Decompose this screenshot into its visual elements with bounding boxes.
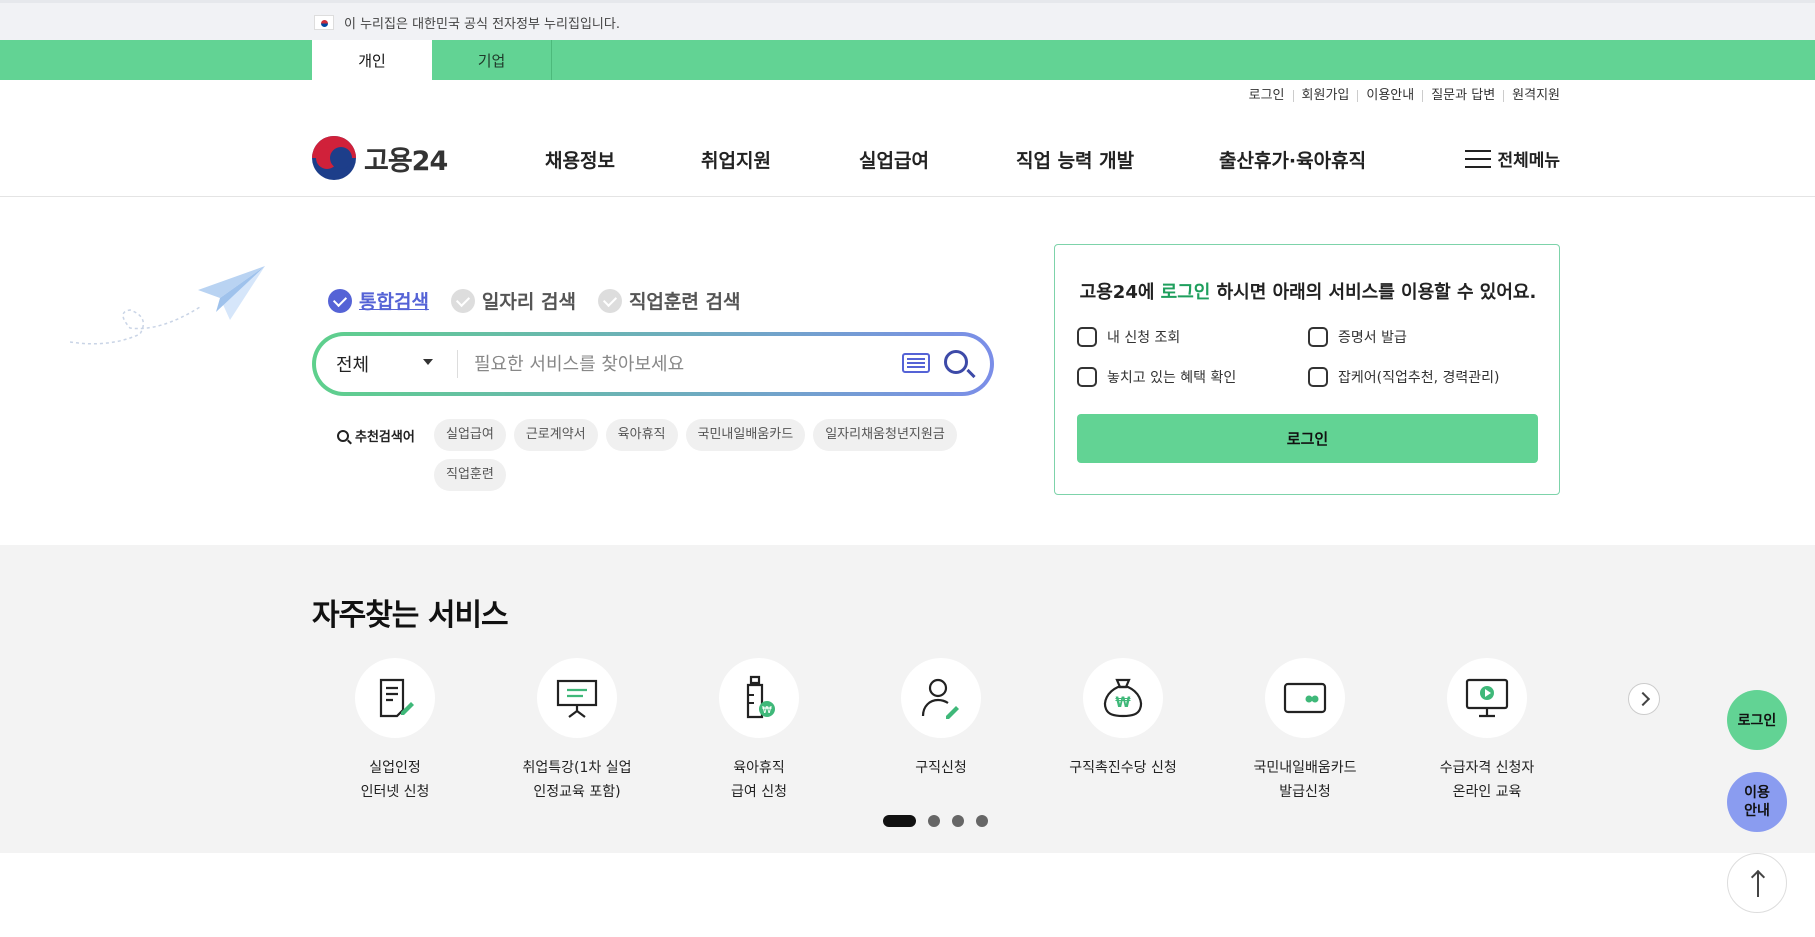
frequent-services-section: 자주찾는 서비스 실업인정 인터넷 신청 취업특강(1차 실업 인정교육 포함) ₩… bbox=[0, 545, 1815, 853]
card-icon bbox=[1265, 658, 1345, 738]
nav-parental-leave[interactable]: 출산휴가·육아휴직 bbox=[1219, 146, 1366, 173]
floating-login-button[interactable]: 로그인 bbox=[1727, 690, 1787, 750]
util-qna-link[interactable]: 질문과 답변 bbox=[1422, 89, 1503, 102]
tab-job-search[interactable]: 일자리 검색 bbox=[450, 287, 576, 314]
nav-vocational-training[interactable]: 직업 능력 개발 bbox=[1016, 146, 1134, 173]
tab-business[interactable]: 기업 bbox=[432, 40, 552, 80]
tab-personal[interactable]: 개인 bbox=[312, 40, 432, 80]
money-bag-icon: ₩ bbox=[1083, 658, 1163, 738]
keyword-chip[interactable]: 일자리채움청년지원금 bbox=[813, 419, 957, 451]
search-icon[interactable] bbox=[944, 350, 968, 374]
search-small-icon bbox=[337, 429, 349, 442]
keyword-chip[interactable]: 실업급여 bbox=[434, 419, 506, 451]
nav-jobs-info[interactable]: 채용정보 bbox=[545, 146, 615, 173]
login-benefit-item: 잡케어(직업추천, 경력관리) bbox=[1308, 367, 1500, 387]
login-card: 고용24에 로그인 하시면 아래의 서비스를 이용할 수 있어요. 내 신청 조… bbox=[1054, 244, 1560, 495]
util-signup-link[interactable]: 회원가입 bbox=[1292, 89, 1358, 102]
keyword-chip[interactable]: 근로계약서 bbox=[513, 419, 598, 451]
gov-banner: 이 누리집은 대한민국 공식 전자정부 누리집입니다. bbox=[0, 0, 1815, 40]
clipboard-clock-icon bbox=[1308, 367, 1328, 387]
all-menu-label: 전체메뉴 bbox=[1497, 151, 1560, 171]
login-benefit-item: 놓치고 있는 혜택 확인 bbox=[1077, 367, 1236, 387]
certificate-icon bbox=[1308, 327, 1328, 347]
svg-text:₩: ₩ bbox=[762, 705, 772, 716]
chevron-right-icon[interactable] bbox=[1628, 683, 1660, 715]
pagination-dot[interactable] bbox=[883, 815, 916, 827]
check-circle-icon bbox=[328, 288, 352, 313]
nav-employment-support[interactable]: 취업지원 bbox=[701, 146, 771, 173]
svg-text:₩: ₩ bbox=[1115, 695, 1131, 711]
login-benefit-item: 증명서 발급 bbox=[1308, 327, 1407, 347]
service-item[interactable]: ₩ 구직촉진수당 신청 bbox=[1043, 658, 1203, 780]
paper-plane-icon bbox=[70, 266, 265, 345]
korea-flag-icon bbox=[314, 15, 334, 30]
tab-training-search[interactable]: 직업훈련 검색 bbox=[597, 287, 741, 314]
hamburger-icon bbox=[1465, 149, 1492, 168]
floating-guide-button[interactable]: 이용 안내 bbox=[1727, 772, 1787, 832]
pagination-dot[interactable] bbox=[928, 815, 940, 827]
document-pen-icon bbox=[355, 658, 435, 738]
arrow-up-icon[interactable] bbox=[1727, 853, 1787, 913]
service-item[interactable]: 취업특강(1차 실업 인정교육 포함) bbox=[497, 658, 657, 804]
search-scope-select[interactable]: 전체 bbox=[316, 351, 441, 377]
login-benefit-item: 내 신청 조회 bbox=[1077, 327, 1180, 347]
search-type-tabs: 통합검색 일자리 검색 직업훈련 검색 bbox=[328, 287, 762, 314]
login-button[interactable]: 로그인 bbox=[1077, 414, 1538, 463]
main-header: 고용24 채용정보 취업지원 실업급여 직업 능력 개발 출산휴가·육아휴직 전… bbox=[0, 112, 1815, 197]
recommended-label: 추천검색어 bbox=[355, 430, 415, 445]
search-box: 전체 bbox=[312, 332, 994, 396]
nav-unemployment-benefit[interactable]: 실업급여 bbox=[859, 146, 929, 173]
logo-text: 고용24 bbox=[364, 145, 448, 177]
service-item[interactable]: 수급자격 신청자 온라인 교육 bbox=[1407, 658, 1567, 804]
keyword-chip[interactable]: 직업훈련 bbox=[434, 459, 506, 491]
service-item[interactable]: 국민내일배움카드 발급신청 bbox=[1225, 658, 1385, 804]
util-login-link[interactable]: 로그인 bbox=[1241, 89, 1293, 102]
search-input[interactable] bbox=[474, 353, 874, 375]
service-item[interactable]: 실업인정 인터넷 신청 bbox=[315, 658, 475, 804]
pagination-dot[interactable] bbox=[976, 815, 988, 827]
all-menu-button[interactable]: 전체메뉴 bbox=[1465, 146, 1560, 171]
tab-label: 일자리 검색 bbox=[481, 291, 576, 313]
gov-banner-text: 이 누리집은 대한민국 공식 전자정부 누리집입니다. bbox=[344, 17, 620, 32]
site-logo[interactable]: 고용24 bbox=[312, 136, 448, 180]
divider bbox=[457, 350, 458, 378]
audience-tab-bar: 개인 기업 bbox=[0, 40, 1815, 80]
keyboard-icon[interactable] bbox=[902, 353, 930, 373]
keyword-chip[interactable]: 국민내일배움카드 bbox=[685, 419, 806, 451]
presentation-board-icon bbox=[537, 658, 617, 738]
monitor-play-icon bbox=[1447, 658, 1527, 738]
login-card-title: 고용24에 로그인 하시면 아래의 서비스를 이용할 수 있어요. bbox=[1079, 282, 1537, 303]
keyword-chip[interactable]: 육아휴직 bbox=[605, 419, 678, 451]
tab-label: 직업훈련 검색 bbox=[628, 291, 741, 313]
service-item[interactable]: 구직신청 bbox=[861, 658, 1021, 780]
taegeuk-logo-icon bbox=[312, 136, 356, 180]
section-title: 자주찾는 서비스 bbox=[312, 598, 509, 633]
check-circle-icon bbox=[597, 288, 622, 313]
benefit-doc-icon bbox=[1077, 367, 1097, 387]
service-item[interactable]: ₩ 육아휴직 급여 신청 bbox=[679, 658, 839, 804]
recommended-title: 추천검색어 bbox=[337, 426, 415, 445]
utility-links: 로그인 회원가입 이용안내 질문과 답변 원격지원 bbox=[1241, 89, 1560, 102]
person-pen-icon bbox=[901, 658, 981, 738]
carousel-pagination bbox=[883, 815, 1000, 827]
check-circle-icon bbox=[450, 288, 475, 313]
tab-label: 통합검색 bbox=[359, 291, 429, 313]
util-remote-link[interactable]: 원격지원 bbox=[1503, 89, 1560, 102]
baby-bottle-icon: ₩ bbox=[719, 658, 799, 738]
checklist-icon bbox=[1077, 327, 1097, 347]
tab-integrated-search[interactable]: 통합검색 bbox=[328, 287, 429, 314]
util-guide-link[interactable]: 이용안내 bbox=[1357, 89, 1422, 102]
pagination-dot[interactable] bbox=[952, 815, 964, 827]
